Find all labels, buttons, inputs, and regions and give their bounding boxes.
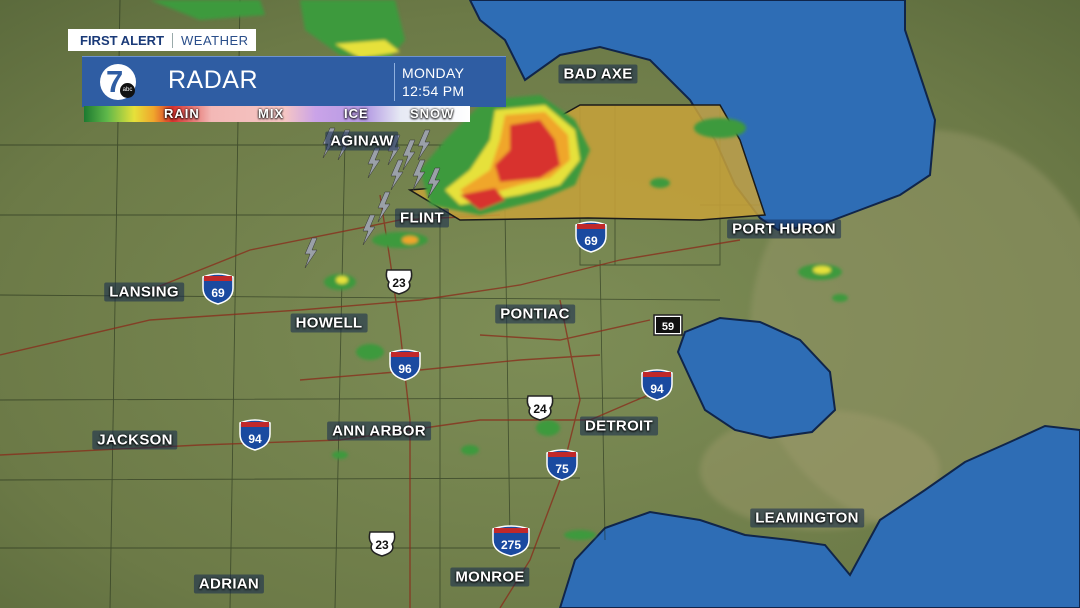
first-alert-label: FIRST ALERT: [68, 32, 174, 48]
banner-divider: [394, 63, 395, 101]
shield-us-route: 23: [385, 269, 413, 295]
legend-ice: ICE: [344, 106, 369, 121]
shield-number: 23: [375, 538, 389, 552]
shield-number: 94: [248, 432, 262, 446]
city-label-adrian: ADRIAN: [193, 574, 265, 594]
shield-number: 96: [398, 362, 412, 376]
city-label-howell: HOWELL: [290, 313, 368, 333]
legend-snow: SNOW: [410, 106, 455, 121]
shield-number: 59: [662, 321, 674, 333]
city-label-leamington: LEAMINGTON: [750, 508, 864, 528]
shield-number: 75: [555, 462, 569, 476]
shield-us-route: 23: [368, 531, 396, 557]
city-label-ann-arbor: ANN ARBOR: [327, 421, 431, 441]
logo-network: abc: [120, 83, 135, 98]
city-label-pontiac: PONTIAC: [495, 304, 575, 324]
city-label-bad-axe: BAD AXE: [558, 64, 638, 84]
shield-number: 23: [392, 276, 406, 290]
shield-number: 24: [533, 402, 547, 416]
shield-state-route: 24: [526, 395, 554, 421]
legend-mix: MIX: [258, 106, 285, 121]
shield-interstate: 69: [202, 273, 234, 305]
shield-interstate: 69: [575, 221, 607, 253]
shield-interstate: 94: [641, 369, 673, 401]
shield-interstate: 94: [239, 419, 271, 451]
city-label-jackson: JACKSON: [92, 430, 178, 450]
city-label-detroit: DETROIT: [580, 416, 658, 436]
shield-number: 69: [211, 286, 225, 300]
shield-interstate: 275: [492, 525, 530, 557]
legend-rain: RAIN: [164, 106, 200, 121]
day-label: MONDAY: [402, 65, 465, 81]
shield-number: 94: [650, 382, 664, 396]
first-alert-weather-tag: FIRST ALERT WEATHER: [68, 29, 256, 51]
city-label-port-huron: PORT HURON: [727, 219, 841, 239]
weather-label: WEATHER: [181, 32, 249, 48]
shield-number: 275: [501, 538, 521, 552]
shield-interstate: 96: [389, 349, 421, 381]
city-label-flint: FLINT: [395, 208, 449, 228]
city-label-saginaw: AGINAW: [325, 131, 399, 151]
radar-map-graphic: 69 69 23 96 59 94 24 94 75 275 23 BAD AX…: [0, 0, 1080, 608]
shield-number: 69: [584, 234, 598, 248]
station-logo: 7 abc: [100, 64, 136, 100]
time-label: 12:54 PM: [402, 83, 465, 99]
city-label-lansing: LANSING: [104, 282, 184, 302]
shield-state-route: 59: [653, 314, 683, 336]
shield-interstate: 75: [546, 449, 578, 481]
city-label-monroe: MONROE: [450, 567, 530, 587]
page-title: RADAR: [168, 66, 259, 94]
radar-title-banner: 7 abc RADAR MONDAY 12:54 PM: [82, 56, 506, 107]
